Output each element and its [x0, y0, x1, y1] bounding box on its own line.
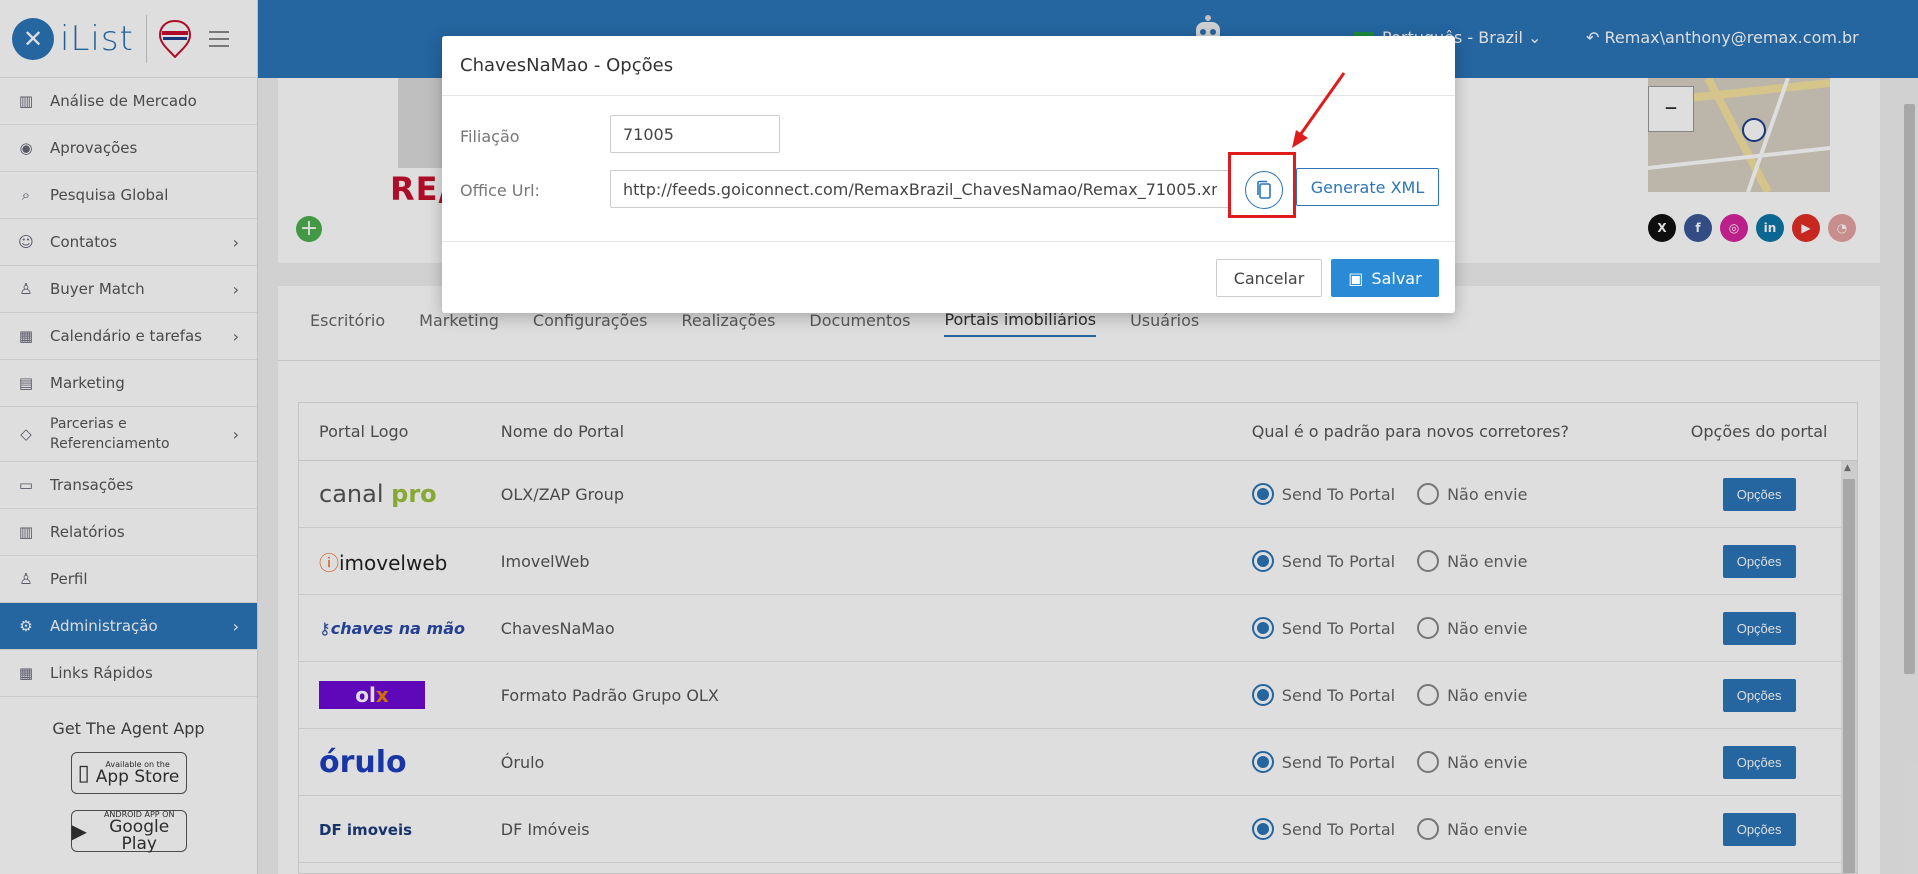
save-disk-icon: ▣: [1348, 268, 1364, 288]
modal-footer: Cancelar ▣ Salvar: [442, 242, 1455, 313]
office-url-label: Office Url:: [460, 181, 540, 200]
office-url-input[interactable]: [610, 170, 1230, 208]
cancel-button[interactable]: Cancelar: [1216, 259, 1322, 297]
highlight-box: [1228, 152, 1296, 218]
generate-xml-button[interactable]: Generate XML: [1296, 168, 1439, 206]
save-button[interactable]: ▣ Salvar: [1331, 259, 1439, 297]
red-arrow-annotation: [1292, 72, 1346, 148]
filiacao-label: Filiação: [460, 127, 520, 146]
filiacao-input[interactable]: [610, 115, 780, 153]
save-label: Salvar: [1371, 268, 1422, 288]
